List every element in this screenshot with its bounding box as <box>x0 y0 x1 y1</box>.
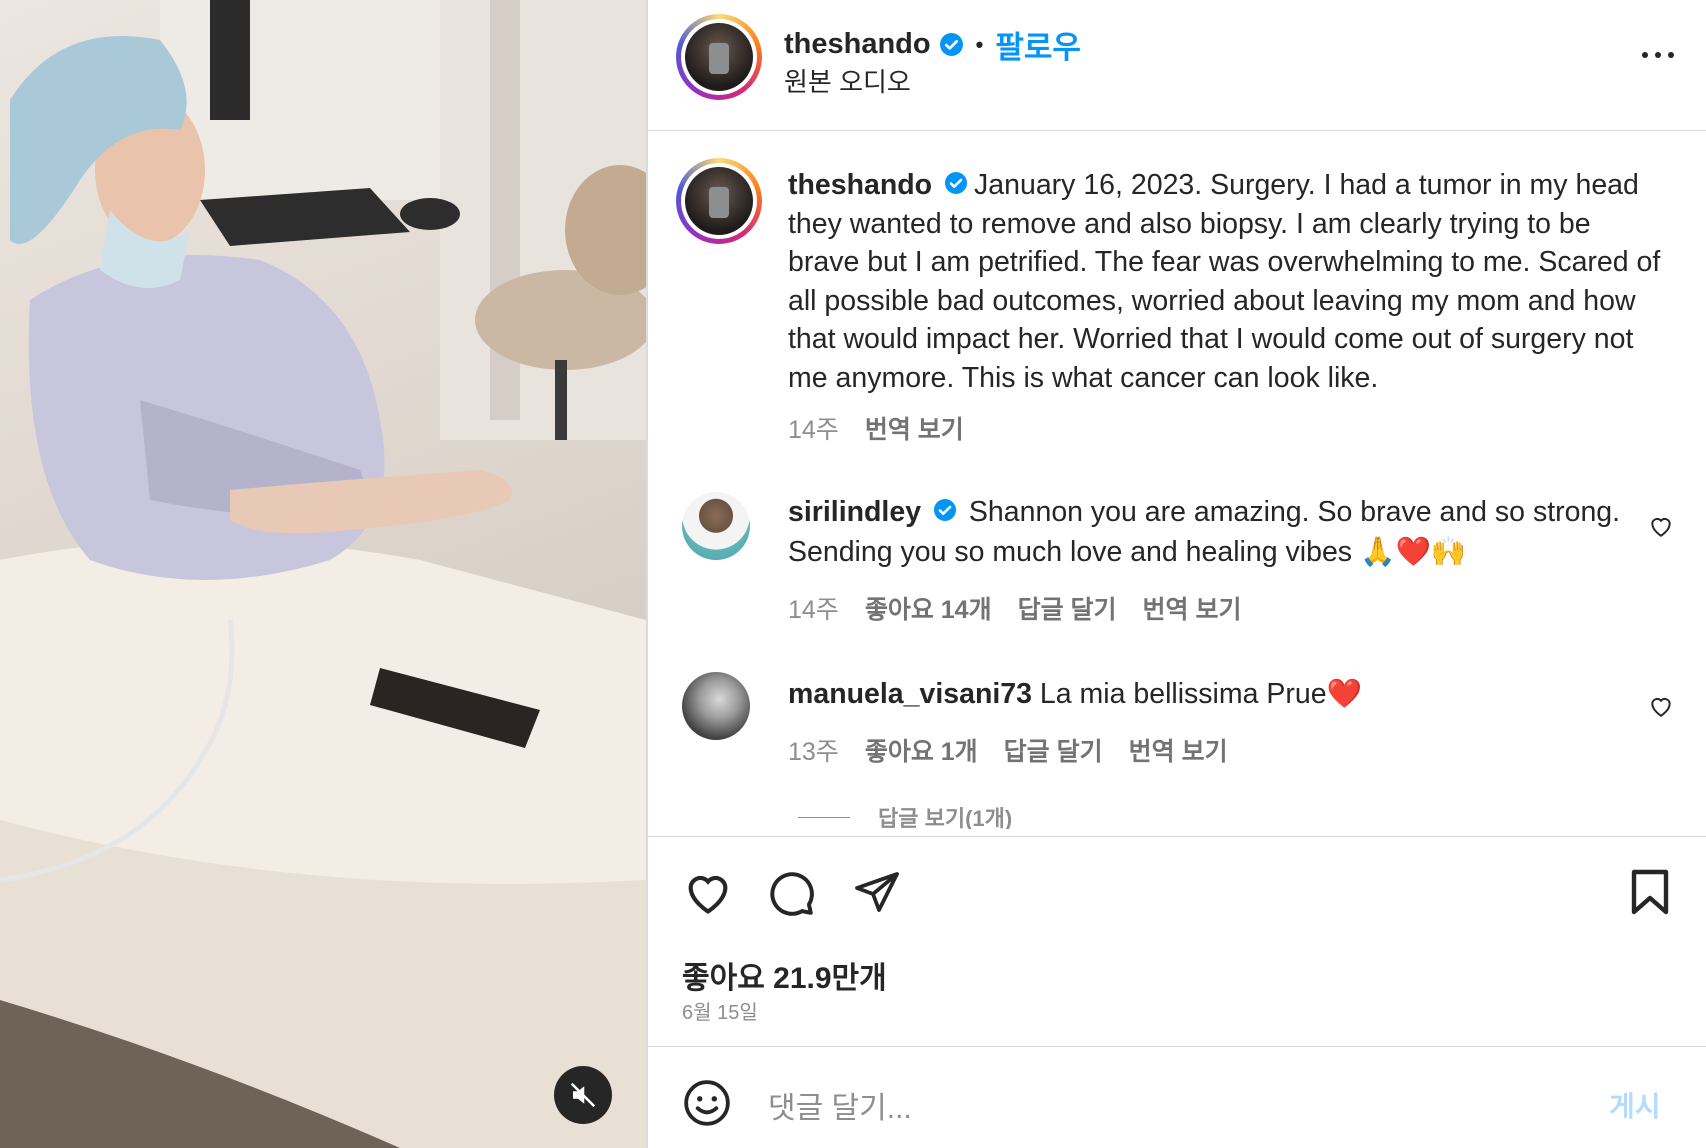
commenter-avatar[interactable] <box>682 672 750 740</box>
more-options-button[interactable] <box>1628 40 1688 70</box>
comment-icon[interactable] <box>766 868 816 918</box>
actions-divider <box>648 836 1706 837</box>
translate-link[interactable]: 번역 보기 <box>1143 590 1242 626</box>
commenter-avatar[interactable] <box>682 492 750 560</box>
input-divider <box>648 1046 1706 1047</box>
translate-link[interactable]: 번역 보기 <box>1129 732 1228 768</box>
likes-count[interactable]: 좋아요 21.9만개 <box>682 953 887 997</box>
view-replies-label: 답글 보기(1개) <box>878 806 1013 829</box>
caption-meta: 14주 번역 보기 <box>788 410 964 446</box>
verified-badge-icon <box>945 172 968 195</box>
author-avatar[interactable] <box>676 14 762 100</box>
comment-time[interactable]: 13주 <box>788 732 839 768</box>
author-username[interactable]: theshando <box>784 28 931 61</box>
caption-text: January 16, 2023. Surgery. I had a tumor… <box>788 169 1661 394</box>
reply-button[interactable]: 답글 달기 <box>1018 590 1117 626</box>
share-icon[interactable] <box>852 868 902 916</box>
post-panel: theshando • 팔로우 원본 오디오 theshando January… <box>648 0 1706 1148</box>
comment-likes[interactable]: 좋아요 14개 <box>865 590 992 626</box>
caption-username[interactable]: theshando <box>788 169 932 201</box>
comment-input[interactable]: 댓글 달기... <box>768 1083 912 1127</box>
more-icon <box>1642 52 1648 58</box>
verified-badge-icon <box>939 33 963 56</box>
replies-line <box>798 816 850 818</box>
bookmark-icon[interactable] <box>1628 868 1672 916</box>
view-replies-button[interactable]: 답글 보기(1개) <box>798 805 1012 829</box>
mute-icon <box>570 1082 596 1108</box>
comment-body: sirilindley Shannon you are amazing. So … <box>788 492 1648 572</box>
mute-button[interactable] <box>554 1066 612 1124</box>
comment-time[interactable]: 14주 <box>788 590 839 626</box>
post-video[interactable] <box>0 0 648 1148</box>
video-frame-illustration <box>0 0 646 1148</box>
post-date[interactable]: 6월 15일 <box>682 996 758 1025</box>
comment-username[interactable]: sirilindley <box>788 496 921 528</box>
separator-dot: • <box>975 31 984 57</box>
caption-avatar[interactable] <box>676 158 762 244</box>
comment-like-icon[interactable] <box>1648 694 1674 718</box>
emoji-icon[interactable] <box>682 1078 732 1128</box>
comment-likes[interactable]: 좋아요 1개 <box>865 732 978 768</box>
comment-meta: 14주 좋아요 14개 답글 달기 번역 보기 <box>788 590 1241 626</box>
post-header: theshando • 팔로우 <box>784 22 1081 67</box>
comment-meta: 13주 좋아요 1개 답글 달기 번역 보기 <box>788 732 1228 768</box>
caption-time[interactable]: 14주 <box>788 410 839 446</box>
follow-button[interactable]: 팔로우 <box>995 22 1081 67</box>
comment-text: La mia bellissima Prue❤️ <box>1039 678 1363 710</box>
audio-label[interactable]: 원본 오디오 <box>784 62 911 99</box>
comment-username[interactable]: manuela_visani73 <box>788 678 1032 710</box>
verified-badge-icon <box>933 499 956 522</box>
post-caption: theshando January 16, 2023. Surgery. I h… <box>788 166 1668 397</box>
heart-icon[interactable] <box>682 868 734 916</box>
post-comment-button[interactable]: 게시 <box>1609 1085 1661 1125</box>
caption-translate-link[interactable]: 번역 보기 <box>865 410 964 446</box>
comment-like-icon[interactable] <box>1648 514 1674 538</box>
comment-body: manuela_visani73 La mia bellissima Prue❤… <box>788 674 1648 714</box>
reply-button[interactable]: 답글 달기 <box>1004 732 1103 768</box>
header-divider <box>648 130 1706 131</box>
